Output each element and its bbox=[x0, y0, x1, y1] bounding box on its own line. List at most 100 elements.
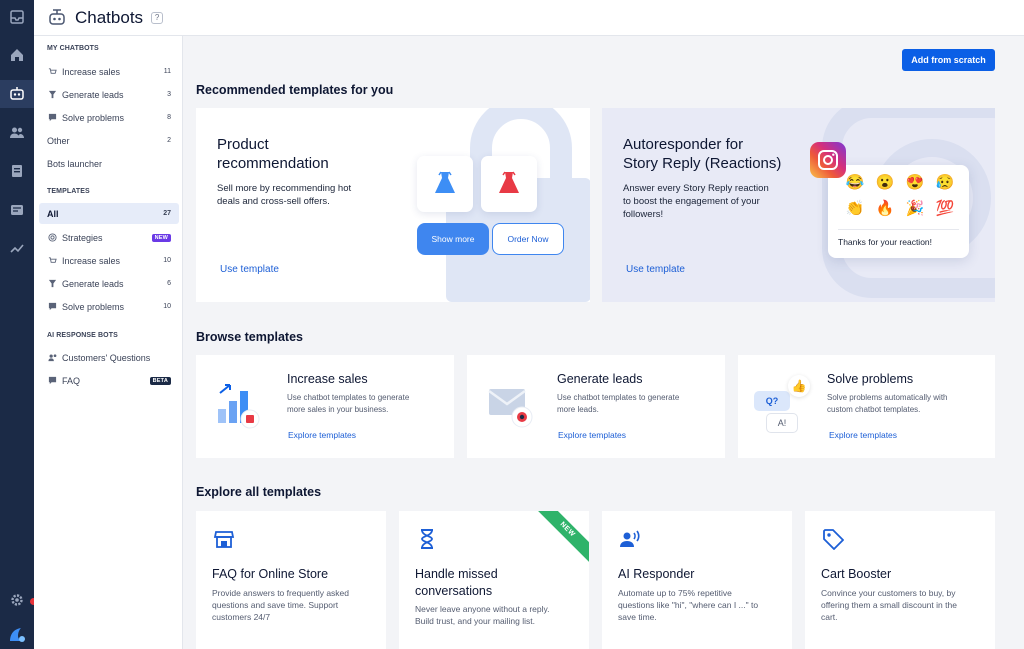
reaction-reply-text: Thanks for your reaction! bbox=[838, 237, 933, 247]
card-title: Cart Booster bbox=[821, 567, 892, 581]
sidebar-item-count: 6 bbox=[167, 280, 171, 287]
explore-templates-link[interactable]: Explore templates bbox=[829, 430, 897, 440]
bar-chart-icon bbox=[218, 384, 260, 429]
sidebar-item-strategies[interactable]: Strategies NEW bbox=[39, 227, 179, 248]
cart-icon bbox=[47, 67, 57, 77]
browse-card-description: Solve problems automatically with custom… bbox=[827, 393, 948, 414]
card-title: Product recommendation bbox=[217, 136, 329, 172]
sidebar-item-tpl-increase-sales[interactable]: Increase sales 10 bbox=[39, 250, 179, 271]
card-title: Autoresponder for Story Reply (Reactions… bbox=[623, 136, 782, 172]
message-alert-icon bbox=[47, 113, 57, 123]
new-badge: NEW bbox=[151, 233, 171, 242]
template-card-cart-booster[interactable]: Cart Booster Convince your customers to … bbox=[805, 511, 995, 649]
sidebar-item-count: 8 bbox=[167, 114, 171, 121]
reaction-preview-card: 😂 😮 😍 😥 👏 🔥 🎉 💯 Thanks for your reaction… bbox=[828, 165, 969, 258]
analytics-icon[interactable] bbox=[0, 234, 34, 262]
sidebar-item-label: All bbox=[47, 208, 59, 219]
sidebar-item-label: Increase sales bbox=[62, 255, 121, 266]
sidebar-item-count: 10 bbox=[163, 303, 171, 310]
funnel-icon bbox=[47, 279, 57, 289]
browse-card-description: Use chatbot templates to generate more s… bbox=[287, 393, 410, 414]
sidebar-item-tpl-solve-problems[interactable]: Solve problems 10 bbox=[39, 296, 179, 317]
show-more-button[interactable]: Show more bbox=[417, 223, 489, 255]
browse-card-title: Increase sales bbox=[287, 372, 368, 386]
template-card-handle-missed-conversations[interactable]: NEW Handle missed conversations Never le… bbox=[399, 511, 589, 649]
sidebar-item-count: 10 bbox=[163, 257, 171, 264]
card-description: Sell more by recommending hot deals and … bbox=[217, 183, 352, 207]
sidebar-item-bots-launcher[interactable]: Bots launcher bbox=[39, 153, 179, 174]
sidebar-item-faq[interactable]: FAQ BETA bbox=[39, 370, 179, 391]
chatbot-icon[interactable] bbox=[0, 80, 34, 108]
order-now-button[interactable]: Order Now bbox=[492, 223, 564, 255]
instagram-icon bbox=[810, 142, 846, 178]
sidebar-item-count: 3 bbox=[167, 91, 171, 98]
voice-user-icon bbox=[620, 530, 640, 547]
explore-heading: Explore all templates bbox=[196, 485, 322, 499]
sidebar-item-label: Generate leads bbox=[62, 278, 124, 289]
top-header: Chatbots ? bbox=[34, 0, 1024, 36]
card-title: Handle missed conversations bbox=[415, 567, 498, 598]
sidebar-item-label: Strategies bbox=[62, 232, 103, 243]
settings-icon[interactable] bbox=[0, 586, 34, 614]
explore-templates-link[interactable]: Explore templates bbox=[288, 430, 356, 440]
sidebar-item-my-generate-leads[interactable]: Generate leads 3 bbox=[39, 84, 179, 105]
funnel-icon bbox=[47, 90, 57, 100]
section-templates-title: TEMPLATES bbox=[47, 188, 90, 195]
browse-card-increase-sales[interactable]: Increase sales Use chatbot templates to … bbox=[196, 355, 454, 458]
sidebar-item-count: 11 bbox=[163, 68, 171, 75]
browse-card-solve-problems[interactable]: Q? A! 👍 Solve problems Solve problems au… bbox=[738, 355, 995, 458]
new-ribbon: NEW bbox=[533, 511, 589, 564]
question-bubble: Q? bbox=[754, 391, 790, 411]
sidebar-item-label: Solve problems bbox=[62, 112, 125, 123]
sidebar-item-label: FAQ bbox=[62, 375, 81, 386]
sidebar-item-label: Other bbox=[47, 135, 70, 146]
add-from-scratch-button[interactable]: Add from scratch bbox=[902, 49, 995, 71]
template-card-faq-online-store[interactable]: FAQ for Online Store Provide answers to … bbox=[196, 511, 386, 649]
envelope-icon bbox=[488, 389, 533, 428]
sidebar-item-my-increase-sales[interactable]: Increase sales 11 bbox=[39, 61, 179, 82]
card-title: FAQ for Online Store bbox=[212, 567, 329, 581]
emoji: 👏 bbox=[845, 200, 865, 217]
explore-templates-link[interactable]: Explore templates bbox=[558, 430, 626, 440]
emoji: 🎉 bbox=[905, 200, 925, 217]
browse-card-generate-leads[interactable]: Generate leads Use chatbot templates to … bbox=[467, 355, 725, 458]
browse-card-description: Use chatbot templates to generate more l… bbox=[557, 393, 680, 414]
browse-card-title: Generate leads bbox=[557, 372, 643, 386]
sidebar-item-count: 2 bbox=[167, 137, 171, 144]
message-alert-icon bbox=[47, 302, 57, 312]
campaigns-icon[interactable] bbox=[0, 196, 34, 224]
store-icon bbox=[213, 531, 235, 548]
use-template-link[interactable]: Use template bbox=[626, 264, 685, 275]
sidebar-item-customers-questions[interactable]: Customers' Questions bbox=[39, 347, 179, 368]
sidebar-item-templates-all[interactable]: All 27 bbox=[39, 203, 179, 224]
hourglass-icon bbox=[421, 529, 433, 549]
cart-icon bbox=[47, 256, 57, 266]
brand-logo-icon[interactable] bbox=[0, 620, 34, 648]
help-badge[interactable]: ? bbox=[151, 11, 164, 24]
sidebar-item-my-other[interactable]: Other 2 bbox=[39, 130, 179, 151]
use-template-link[interactable]: Use template bbox=[220, 264, 279, 275]
template-card-ai-responder[interactable]: AI Responder Automate up to 75% repetiti… bbox=[602, 511, 792, 649]
sidebar: MY CHATBOTS Increase sales 11 Generate l… bbox=[34, 36, 183, 649]
recommended-heading: Recommended templates for you bbox=[196, 83, 394, 97]
sidebar-item-my-solve-problems[interactable]: Solve problems 8 bbox=[39, 107, 179, 128]
card-description: Answer every Story Reply reaction to boo… bbox=[623, 183, 769, 220]
beta-badge: BETA bbox=[149, 376, 171, 385]
section-ai-bots-title: AI RESPONSE BOTS bbox=[47, 332, 118, 339]
emoji: 😮 bbox=[875, 174, 895, 191]
inbox-icon[interactable] bbox=[0, 3, 34, 31]
browse-heading: Browse templates bbox=[196, 330, 303, 344]
emoji: 😂 bbox=[845, 174, 865, 191]
sidebar-item-tpl-generate-leads[interactable]: Generate leads 6 bbox=[39, 273, 179, 294]
contacts-icon[interactable] bbox=[0, 118, 34, 146]
users-question-icon bbox=[47, 353, 57, 363]
sidebar-item-label: Solve problems bbox=[62, 301, 125, 312]
home-icon[interactable] bbox=[0, 41, 34, 69]
divider bbox=[838, 229, 959, 230]
page-title: Chatbots bbox=[75, 7, 144, 27]
sidebar-item-label: Generate leads bbox=[62, 89, 124, 100]
tasks-icon[interactable] bbox=[0, 157, 34, 185]
sidebar-item-label: Increase sales bbox=[62, 66, 121, 77]
chatbot-header-icon bbox=[46, 7, 68, 29]
card-description: Provide answers to frequently asked ques… bbox=[212, 588, 350, 622]
